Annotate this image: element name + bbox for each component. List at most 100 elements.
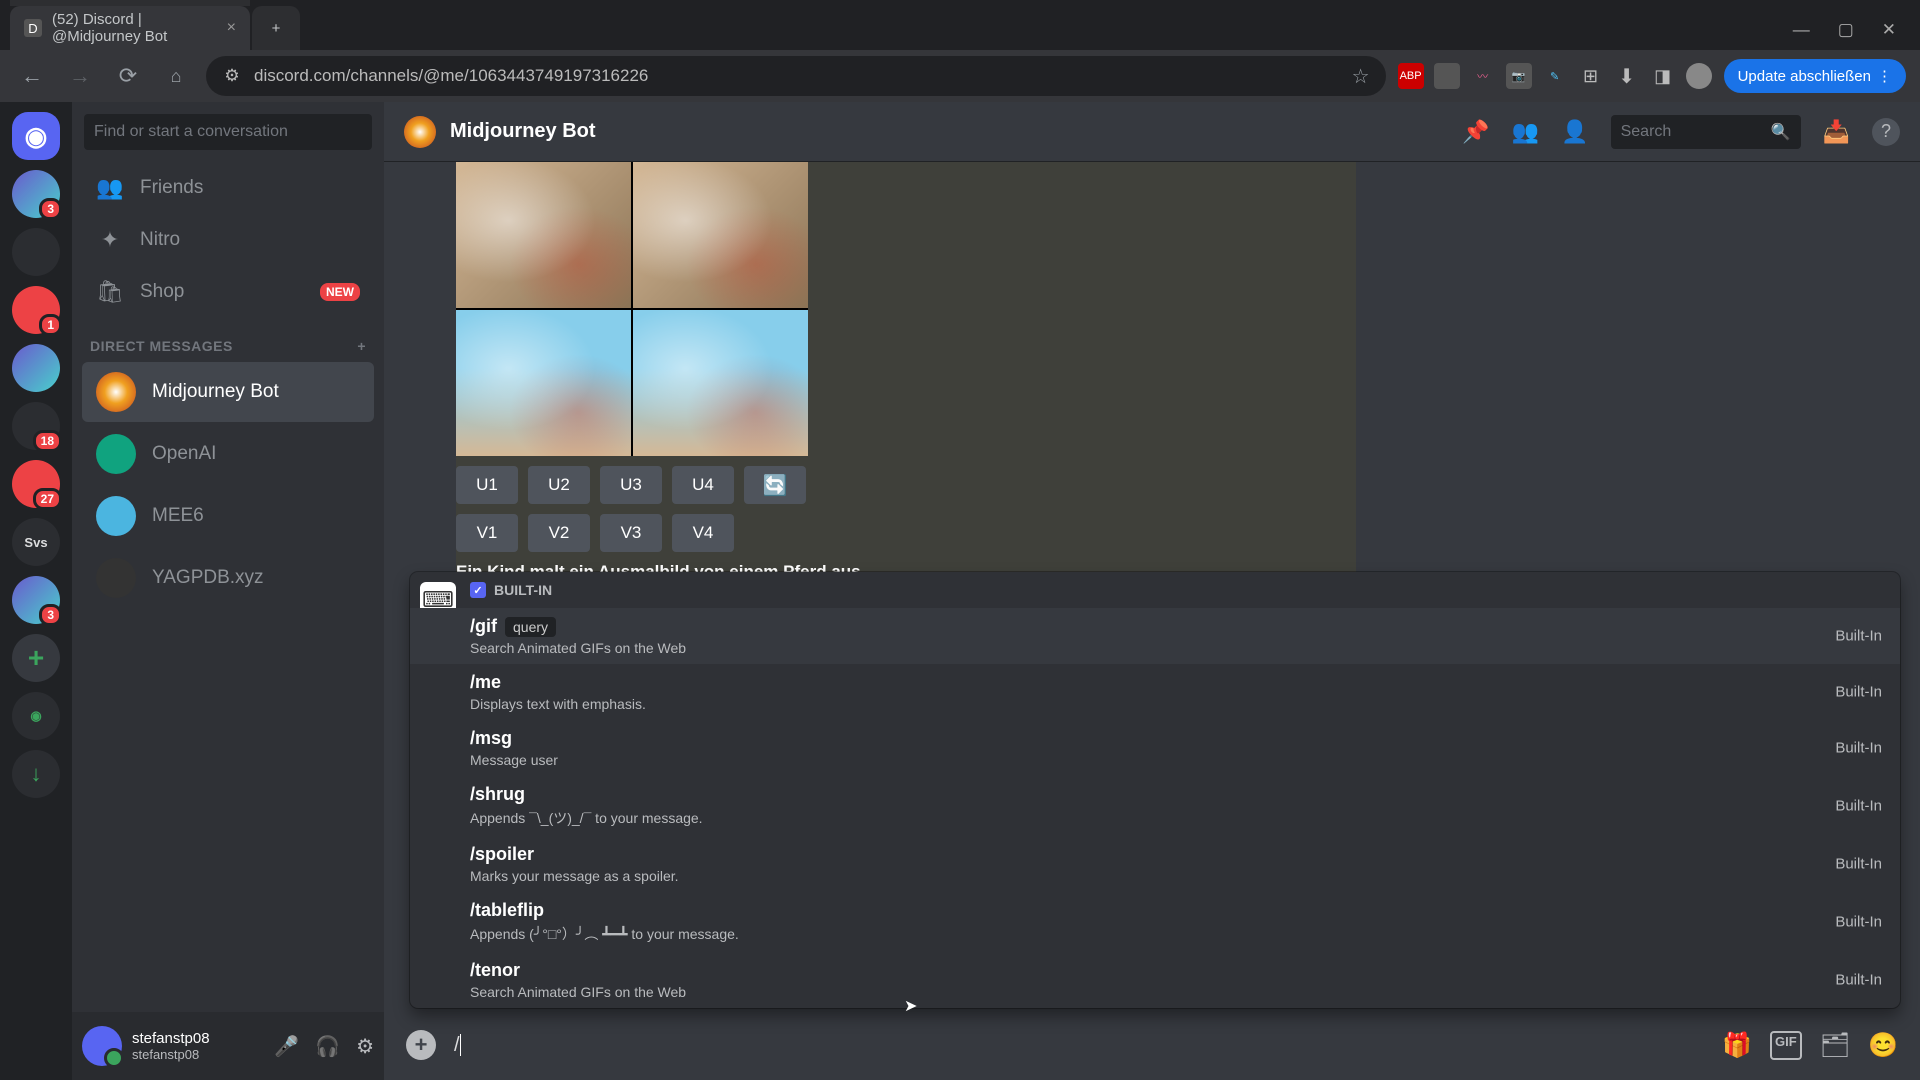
- server-icon[interactable]: ◉: [12, 692, 60, 740]
- autocomplete-item[interactable]: /gif querySearch Animated GIFs on the We…: [410, 608, 1900, 664]
- extension-icon[interactable]: 〰: [1470, 63, 1496, 89]
- browser-tab[interactable]: D(52) Discord | @Midjourney Bot×: [10, 6, 250, 50]
- dm-avatar: [96, 434, 136, 474]
- server-icon[interactable]: ◉: [12, 112, 60, 160]
- variation-button[interactable]: V3: [600, 514, 662, 552]
- site-settings-icon[interactable]: ⚙: [222, 66, 242, 86]
- home-button[interactable]: ⌂: [158, 58, 194, 94]
- extension-icon[interactable]: 📷: [1506, 63, 1532, 89]
- extensions-icon[interactable]: ⊞: [1578, 63, 1604, 89]
- extension-icon[interactable]: ABP: [1398, 63, 1424, 89]
- server-icon[interactable]: ↓: [12, 750, 60, 798]
- address-bar[interactable]: ⚙ discord.com/channels/@me/1063443749197…: [206, 56, 1386, 96]
- dm-name: OpenAI: [152, 443, 216, 465]
- dm-conversation[interactable]: OpenAI: [82, 424, 374, 484]
- gift-icon[interactable]: 🎁: [1722, 1031, 1752, 1060]
- new-tab-button[interactable]: +: [252, 6, 300, 50]
- command-description: Search Animated GIFs on the Web: [470, 984, 1884, 1000]
- variation-button[interactable]: V1: [456, 514, 518, 552]
- mute-mic-icon[interactable]: 🎤: [274, 1034, 299, 1059]
- update-button-label: Update abschließen: [1738, 68, 1871, 85]
- server-icon[interactable]: 27: [12, 460, 60, 508]
- server-icon[interactable]: Svs: [12, 518, 60, 566]
- add-friends-icon[interactable]: 👥: [1512, 119, 1539, 145]
- reload-button[interactable]: ⟳: [110, 58, 146, 94]
- image-variant-2[interactable]: [633, 162, 808, 308]
- user-settings-icon[interactable]: ⚙: [356, 1034, 374, 1059]
- extension-icon[interactable]: ✎: [1542, 63, 1568, 89]
- back-button[interactable]: ←: [14, 58, 50, 94]
- command-source-tag: Built-In: [1835, 684, 1882, 701]
- browser-toolbar: ← → ⟳ ⌂ ⚙ discord.com/channels/@me/10634…: [0, 50, 1920, 102]
- image-variant-1[interactable]: [456, 162, 631, 308]
- close-icon[interactable]: ✕: [1882, 20, 1896, 40]
- autocomplete-item[interactable]: /tenorSearch Animated GIFs on the WebBui…: [410, 952, 1900, 1008]
- server-icon[interactable]: 3: [12, 170, 60, 218]
- command-name: /gif query: [470, 616, 1884, 637]
- tab-close-icon[interactable]: ×: [227, 19, 236, 37]
- sidebar-item-friends[interactable]: 👥 Friends: [82, 164, 374, 212]
- sticker-icon[interactable]: 🗂: [1820, 1031, 1850, 1060]
- command-description: Message user: [470, 752, 1884, 768]
- search-placeholder: Search: [1621, 123, 1672, 141]
- channel-search-input[interactable]: Search 🔍: [1611, 115, 1801, 149]
- upscale-button[interactable]: U3: [600, 466, 662, 504]
- dm-avatar: [96, 496, 136, 536]
- upscale-button[interactable]: U4: [672, 466, 734, 504]
- extension-icon[interactable]: [1434, 63, 1460, 89]
- command-description: Appends (╯°□°）╯︵ ┻━┻ to your message.: [470, 924, 1884, 944]
- upscale-button[interactable]: U2: [528, 466, 590, 504]
- server-icon[interactable]: 18: [12, 402, 60, 450]
- autocomplete-item[interactable]: /spoilerMarks your message as a spoiler.…: [410, 836, 1900, 892]
- reroll-button[interactable]: 🔄: [744, 466, 806, 504]
- autocomplete-item[interactable]: /shrugAppends ¯\_(ツ)_/¯ to your message.…: [410, 776, 1900, 836]
- menu-icon: ⋮: [1877, 67, 1892, 85]
- image-variant-4[interactable]: [633, 310, 808, 456]
- variation-button[interactable]: V2: [528, 514, 590, 552]
- autocomplete-item[interactable]: /msgMessage userBuilt-In: [410, 720, 1900, 776]
- sidebar-item-label: Shop: [140, 281, 184, 303]
- pinned-messages-icon[interactable]: 📌: [1462, 119, 1489, 145]
- user-profile-icon[interactable]: 👤: [1561, 119, 1588, 145]
- server-icon[interactable]: 3: [12, 576, 60, 624]
- tab-title: (52) Discord | @Midjourney Bot: [52, 11, 217, 45]
- inbox-icon[interactable]: 📥: [1823, 119, 1850, 145]
- update-button[interactable]: Update abschließen ⋮: [1724, 59, 1906, 93]
- profile-avatar[interactable]: [1686, 63, 1712, 89]
- server-icon[interactable]: [12, 228, 60, 276]
- generated-image-grid[interactable]: [456, 162, 808, 456]
- add-server-button[interactable]: +: [12, 634, 60, 682]
- image-variant-3[interactable]: [456, 310, 631, 456]
- sidebar-item-nitro[interactable]: ✦ Nitro: [82, 216, 374, 264]
- add-dm-icon[interactable]: +: [357, 338, 366, 354]
- sidepanel-icon[interactable]: ◨: [1650, 63, 1676, 89]
- minimize-icon[interactable]: —: [1793, 20, 1810, 40]
- upscale-button[interactable]: U1: [456, 466, 518, 504]
- dm-conversation[interactable]: Midjourney Bot: [82, 362, 374, 422]
- notification-badge: 1: [39, 314, 62, 336]
- autocomplete-item[interactable]: /tableflipAppends (╯°□°）╯︵ ┻━┻ to your m…: [410, 892, 1900, 952]
- server-icon[interactable]: [12, 344, 60, 392]
- maximize-icon[interactable]: ▢: [1838, 20, 1854, 40]
- attach-button[interactable]: +: [406, 1030, 436, 1060]
- user-avatar[interactable]: [82, 1026, 122, 1066]
- dm-conversation[interactable]: YAGPDB.xyz: [82, 548, 374, 608]
- help-icon[interactable]: ?: [1872, 118, 1900, 146]
- forward-button[interactable]: →: [62, 58, 98, 94]
- command-source-tag: Built-In: [1835, 740, 1882, 757]
- emoji-icon[interactable]: 😊: [1868, 1031, 1898, 1060]
- sidebar-item-shop[interactable]: 🛍 Shop NEW: [82, 268, 374, 316]
- bookmark-star-icon[interactable]: ☆: [1352, 64, 1370, 89]
- autocomplete-item[interactable]: /meDisplays text with emphasis.Built-In: [410, 664, 1900, 720]
- notification-badge: 3: [39, 604, 62, 626]
- command-name: /shrug: [470, 784, 1884, 805]
- dm-conversation[interactable]: MEE6: [82, 486, 374, 546]
- dm-search-input[interactable]: Find or start a conversation: [84, 114, 372, 150]
- message-input[interactable]: /: [454, 1034, 1704, 1057]
- deafen-icon[interactable]: 🎧: [315, 1034, 340, 1059]
- server-icon[interactable]: 1: [12, 286, 60, 334]
- search-icon: 🔍: [1771, 122, 1791, 142]
- variation-button[interactable]: V4: [672, 514, 734, 552]
- downloads-icon[interactable]: ⬇: [1614, 63, 1640, 89]
- gif-picker-icon[interactable]: GIF: [1770, 1031, 1802, 1060]
